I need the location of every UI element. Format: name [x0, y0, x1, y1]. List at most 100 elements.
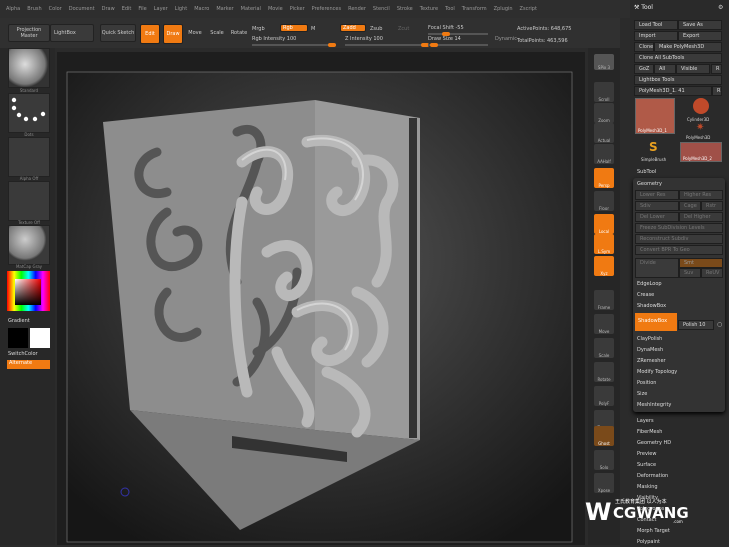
material-thumbnail[interactable] — [8, 225, 50, 265]
shelf-l-sym-button[interactable]: L.Sym — [594, 234, 614, 254]
edgeloop-section[interactable]: EdgeLoop — [637, 281, 662, 287]
m-button[interactable]: M — [311, 26, 315, 32]
menu-stencil[interactable]: Stencil — [373, 6, 390, 12]
morph-target-menu[interactable]: Morph Target — [637, 528, 670, 534]
shelf-xpose-button[interactable]: Xpose — [594, 473, 614, 493]
zadd-button[interactable]: Zadd — [340, 24, 366, 32]
shelf-rotate-button[interactable]: Rotate — [594, 362, 614, 382]
freeze-subdivision-button[interactable]: Freeze SubDivision Levels — [635, 223, 723, 233]
polygroups-menu[interactable]: Polygroups — [637, 506, 664, 512]
preview-menu[interactable]: Preview — [637, 451, 656, 457]
layers-menu[interactable]: Layers — [637, 418, 654, 424]
contact-menu[interactable]: Contact — [637, 517, 656, 523]
shelf-scroll-button[interactable]: Scroll — [594, 82, 614, 102]
tool-thumb-polymesh3d[interactable]: ✷ PolyMesh3D — [680, 122, 722, 140]
menu-tool[interactable]: Tool — [445, 6, 455, 12]
zsub-button[interactable]: Zsub — [370, 26, 382, 32]
polish-slider[interactable]: Polish 10 — [678, 320, 714, 330]
rgb-intensity-slider[interactable] — [252, 43, 336, 47]
shadowbox-button[interactable]: ShadowBox — [635, 313, 677, 331]
dynamic-toggle[interactable]: Dynamic — [495, 36, 517, 42]
menu-stroke[interactable]: Stroke — [397, 6, 413, 12]
shelf-local-button[interactable]: Local — [594, 214, 614, 234]
current-tool-r-button[interactable]: R — [712, 86, 722, 96]
rotate-button[interactable]: Rotate — [230, 24, 248, 42]
masking-menu[interactable]: Masking — [637, 484, 658, 490]
shelf-spix-3-button[interactable]: SPix 3 — [594, 54, 614, 70]
primary-color-swatch[interactable] — [8, 328, 28, 348]
shelf-actual-button[interactable]: Actual — [594, 123, 614, 143]
polish-circle-icon[interactable]: ○ — [717, 321, 722, 328]
convert-bpr-button[interactable]: Convert BPR To Geo — [635, 245, 723, 255]
surface-menu[interactable]: Surface — [637, 462, 656, 468]
load-tool-button[interactable]: Load Tool — [634, 20, 678, 30]
canvas-viewport[interactable] — [57, 52, 585, 545]
meshintegrity-section[interactable]: MeshIntegrity — [637, 402, 671, 408]
current-tool-slider[interactable]: PolyMesh3D_1. 41 — [634, 86, 712, 96]
position-section[interactable]: Position — [637, 380, 656, 386]
menu-texture[interactable]: Texture — [420, 6, 438, 12]
alpha-thumbnail[interactable] — [8, 137, 50, 177]
quick-sketch-button[interactable]: Quick Sketch — [100, 24, 136, 42]
shelf-zoom-button[interactable]: Zoom — [594, 103, 614, 123]
tool-thumb-cylinder3d[interactable]: Cylinder3D — [680, 98, 722, 122]
menu-macro[interactable]: Macro — [194, 6, 209, 12]
subtool-section[interactable]: SubTool — [637, 169, 656, 175]
menu-transform[interactable]: Transform — [462, 6, 487, 12]
z-intensity-slider[interactable] — [345, 43, 429, 47]
mrgb-label[interactable]: Mrgb — [252, 26, 265, 32]
menu-file[interactable]: File — [138, 6, 146, 12]
claypolish-section[interactable]: ClayPolish — [637, 336, 662, 342]
menu-color[interactable]: Color — [49, 6, 62, 12]
panel-settings-icon[interactable]: ⚙ — [718, 4, 723, 11]
menu-picker[interactable]: Picker — [290, 6, 305, 12]
brush-thumbnail[interactable] — [8, 48, 50, 88]
sdiv-slider[interactable]: Sdiv — [635, 201, 679, 211]
fibermesh-menu[interactable]: FiberMesh — [637, 429, 662, 435]
cage-button[interactable]: Cage — [679, 201, 701, 211]
shadowbox-section[interactable]: ShadowBox — [637, 303, 666, 309]
menu-alpha[interactable]: Alpha — [6, 6, 20, 12]
menu-draw[interactable]: Draw — [102, 6, 115, 12]
visible-button[interactable]: Visible — [676, 64, 710, 74]
focal-shift-slider[interactable] — [428, 32, 488, 36]
menu-edit[interactable]: Edit — [122, 6, 132, 12]
stroke-thumbnail[interactable] — [8, 93, 50, 133]
dynamesh-section[interactable]: DynaMesh — [637, 347, 663, 353]
lightbox-tools-button[interactable]: Lightbox Tools — [634, 75, 722, 85]
menu-zscript[interactable]: Zscript — [520, 6, 537, 12]
reconstruct-subdiv-button[interactable]: Reconstruct Subdiv — [635, 234, 723, 244]
clone-button[interactable]: Clone — [634, 42, 654, 52]
shelf-move-button[interactable]: Move — [594, 314, 614, 334]
shelf-scale-button[interactable]: Scale — [594, 338, 614, 358]
visibility-menu[interactable]: Visibility — [637, 495, 658, 501]
shelf-solo-button[interactable]: Solo — [594, 450, 614, 470]
shelf-floor-button[interactable]: Floor — [594, 191, 614, 211]
smt-toggle[interactable]: Smt — [679, 258, 723, 268]
shelf-persp-button[interactable]: Persp — [594, 168, 614, 188]
edit-button[interactable]: Edit — [140, 24, 160, 44]
divide-button[interactable]: Divide — [635, 258, 679, 278]
color-picker[interactable] — [7, 271, 50, 311]
suv-toggle[interactable]: Suv — [679, 268, 701, 278]
lightbox-button[interactable]: LightBox — [50, 24, 94, 42]
r-button[interactable]: R — [711, 64, 722, 74]
higher-res-button[interactable]: Higher Res — [679, 190, 723, 200]
menu-brush[interactable]: Brush — [27, 6, 41, 12]
gradient-label[interactable]: Gradient — [8, 318, 30, 324]
import-button[interactable]: Import — [634, 31, 678, 41]
geometry-section[interactable]: Geometry — [637, 181, 662, 187]
alternate-button[interactable]: Alternate — [7, 360, 50, 369]
rstr-button[interactable]: Rstr — [701, 201, 723, 211]
tool-thumb-simplebrush[interactable]: S SimpleBrush — [635, 140, 675, 162]
secondary-color-swatch[interactable] — [30, 328, 50, 348]
menu-zplugin[interactable]: Zplugin — [494, 6, 513, 12]
tool-thumb-polymesh3d-1[interactable]: PolyMesh3D_1 — [635, 98, 675, 134]
move-button[interactable]: Move — [186, 24, 204, 42]
shelf-frame-button[interactable]: Frame — [594, 290, 614, 310]
draw-size-slider[interactable] — [428, 43, 488, 47]
shelf-ghost-button[interactable]: Ghost — [594, 426, 614, 446]
shelf-xyz-button[interactable]: Xyz — [594, 256, 614, 276]
all-button[interactable]: All — [654, 64, 676, 74]
menu-material[interactable]: Material — [241, 6, 261, 12]
